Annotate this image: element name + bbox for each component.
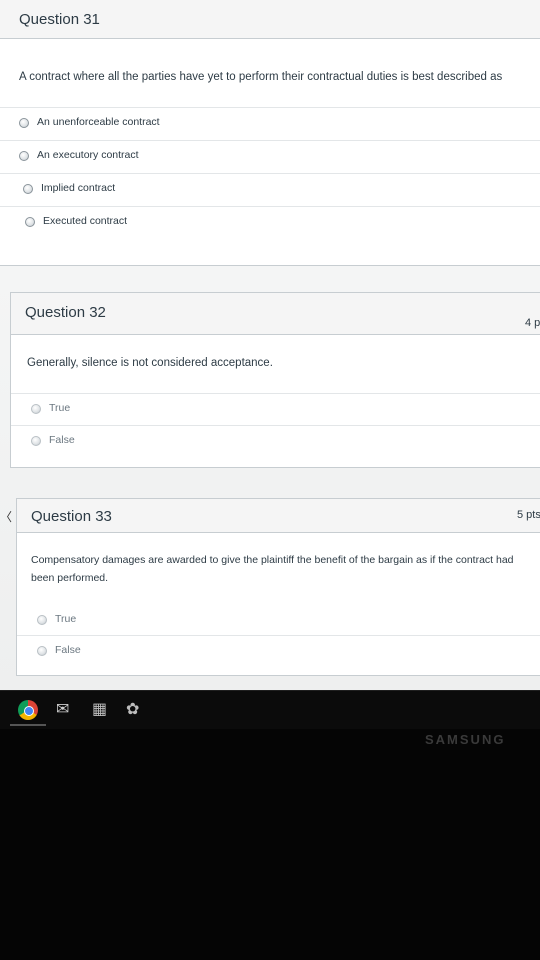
answer-label: False [49,434,75,446]
collapse-chevron-icon[interactable]: 〈 [0,508,12,525]
question-32-points: 4 p [525,317,540,329]
question-33-header: Question 33 5 pts [17,499,540,533]
radio-button[interactable] [31,436,41,446]
radio-button[interactable] [31,404,41,414]
radio-button[interactable] [23,184,33,194]
answer-option[interactable]: Executed contract [0,206,540,239]
question-31-title: Question 31 [19,11,100,28]
active-app-indicator [10,724,46,726]
answer-option[interactable]: An executory contract [0,140,540,173]
answer-option[interactable]: Implied contract [0,173,540,206]
radio-button[interactable] [19,118,29,128]
answer-option[interactable]: True [17,605,540,638]
answer-label: Executed contract [43,215,128,227]
answer-option[interactable]: False [11,425,540,458]
radio-button[interactable] [25,217,35,227]
calculator-icon[interactable]: ▦ [92,700,112,720]
answer-label: An unenforceable contract [37,116,160,128]
apps-icon[interactable]: ✿ [126,700,146,720]
answer-option[interactable]: True [11,393,540,426]
question-32-card: Question 32 4 p Generally, silence is no… [10,292,540,468]
question-32-text: Generally, silence is not considered acc… [27,357,273,369]
answer-label: Implied contract [41,182,116,194]
question-32-header: Question 32 4 p [11,293,540,335]
question-33-text: Compensatory damages are awarded to give… [31,554,514,584]
question-31-header: Question 31 [0,0,540,39]
quiz-page: Question 31 A contract where all the par… [0,0,540,690]
question-31-card: Question 31 A contract where all the par… [0,0,540,266]
radio-button[interactable] [37,615,47,625]
chrome-icon[interactable] [18,700,38,720]
answer-option[interactable]: An unenforceable contract [0,107,540,140]
monitor-brand-logo: SAMSUNG [425,732,506,747]
answer-label: An executory contract [37,149,139,161]
question-32-title: Question 32 [25,304,106,321]
radio-button[interactable] [37,646,47,656]
question-33-title: Question 33 [31,508,112,525]
answer-label: True [55,613,77,625]
radio-button[interactable] [19,151,29,161]
question-33-points: 5 pts [517,509,540,521]
mail-icon[interactable]: ✉ [56,700,76,720]
question-31-text: A contract where all the parties have ye… [19,71,503,83]
taskbar: ✉ ▦ ✿ [0,690,540,729]
answer-label: True [49,402,71,414]
answer-option[interactable]: False [17,635,540,668]
question-33-card: Question 33 5 pts Compensatory damages a… [16,498,540,676]
answer-label: False [55,644,81,656]
